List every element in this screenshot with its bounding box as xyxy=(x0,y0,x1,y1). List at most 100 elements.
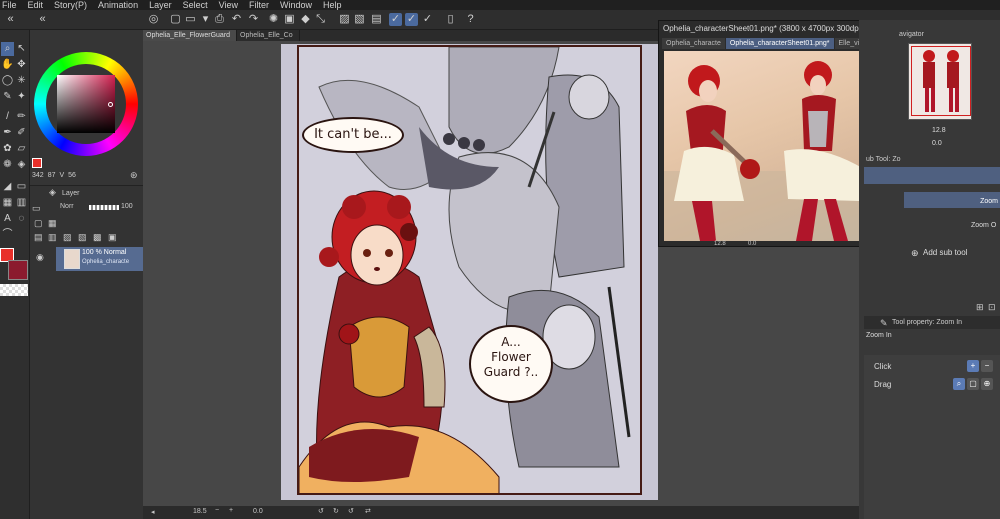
add-sub-tool-button[interactable]: Add sub tool xyxy=(923,248,967,257)
smartphone-icon[interactable]: ▯ xyxy=(444,13,457,26)
pencil-tool-icon[interactable]: ✏ xyxy=(15,110,28,124)
layer-property-icon[interactable]: ▭ xyxy=(32,203,41,214)
drag-area-zoom-icon[interactable]: ▢ xyxy=(967,378,979,390)
save-icon[interactable]: ▾ xyxy=(199,13,212,26)
airbrush-tool-icon[interactable]: ✐ xyxy=(15,126,28,140)
decoration-tool-icon[interactable]: ✿ xyxy=(1,142,14,156)
menu-file[interactable]: File xyxy=(0,0,26,10)
zoom-out-click-icon[interactable]: − xyxy=(981,360,993,372)
sub-tool-zoom-in[interactable]: Zoom xyxy=(904,192,1000,208)
sub-zoom-value[interactable]: 12.8 xyxy=(714,241,726,247)
menu-story[interactable]: Story(P) xyxy=(52,0,96,10)
redo-icon[interactable]: ↷ xyxy=(247,13,260,26)
balloon-tool-icon[interactable]: ◌ xyxy=(15,212,28,226)
zoom-tool-icon[interactable]: ⌕ xyxy=(1,42,14,56)
menu-animation[interactable]: Animation xyxy=(96,0,147,10)
collapse-icon[interactable]: « xyxy=(4,13,17,26)
ruler-layer-icon[interactable]: ▧ xyxy=(78,232,87,243)
sub-angle-value[interactable]: 0.0 xyxy=(748,241,756,247)
visibility-eye-icon[interactable]: ◉ xyxy=(36,252,44,263)
gradient-tool-icon[interactable]: ◢ xyxy=(1,180,14,194)
menu-filter[interactable]: Filter xyxy=(247,0,278,10)
flip-icon[interactable]: ⇄ xyxy=(365,507,371,515)
sub-color-swatch[interactable] xyxy=(8,260,28,280)
fill-tool-icon[interactable]: ◈ xyxy=(15,158,28,172)
blend-tool-icon[interactable]: ❁ xyxy=(1,158,14,172)
eyedropper-tool-icon[interactable]: ✎ xyxy=(1,90,14,104)
sub-tool-selected-group[interactable] xyxy=(864,167,1000,184)
panel-main-color[interactable] xyxy=(32,158,42,168)
zoom-in-button[interactable]: + xyxy=(229,507,233,514)
lock-icon[interactable]: ▢ xyxy=(34,218,43,229)
zoom-out-button[interactable]: − xyxy=(215,507,219,514)
comic-panel[interactable]: It can't be... A... Flower Guard ?.. xyxy=(297,45,642,495)
panel-menu-icon[interactable]: ⊞ xyxy=(976,302,984,313)
sub-tab-2[interactable]: Ophelia_characterSheet01.png* xyxy=(725,38,834,49)
operation-tool-icon[interactable]: ↖ xyxy=(15,42,28,56)
ruler-tool-icon[interactable]: ▥ xyxy=(15,196,28,210)
expand-icon[interactable]: « xyxy=(36,13,49,26)
navigator-view-frame[interactable] xyxy=(911,46,971,116)
tab-flowerguard[interactable]: Ophelia_Elle_FlowerGuard xyxy=(143,30,238,41)
color-picker-cursor[interactable] xyxy=(108,102,113,107)
snap-ruler-icon[interactable]: ✓ xyxy=(389,13,402,26)
zoom-in-click-icon[interactable]: + xyxy=(967,360,979,372)
scroll-left-icon[interactable]: ◂ xyxy=(151,508,155,516)
blend-mode-select[interactable]: Norr xyxy=(60,203,74,210)
help-icon[interactable]: ? xyxy=(464,13,477,26)
move-tool-icon[interactable]: ✥ xyxy=(15,58,28,72)
brush-tool-icon[interactable]: ✒ xyxy=(1,126,14,140)
select-tool-icon[interactable]: ✳ xyxy=(15,74,28,88)
drag-zoom-icon[interactable]: ⌕ xyxy=(953,378,965,390)
new-layer-icon[interactable]: ▤ xyxy=(34,232,43,243)
drag-pan-zoom-icon[interactable]: ⊕ xyxy=(981,378,993,390)
grid-icon[interactable]: ▤ xyxy=(370,13,383,26)
menu-help[interactable]: Help xyxy=(321,0,351,10)
clear-selection-icon[interactable]: ▣ xyxy=(283,13,296,26)
rotate-right-icon[interactable]: ↻ xyxy=(333,507,339,515)
transform-icon[interactable]: ⤡ xyxy=(314,13,327,26)
lasso-tool-icon[interactable]: ◯ xyxy=(1,74,14,88)
opacity-value[interactable]: 100 xyxy=(121,203,133,210)
export-icon[interactable]: ⎙ xyxy=(213,13,226,26)
delete-layer-icon[interactable]: ▣ xyxy=(108,232,117,243)
text-tool-icon[interactable]: A xyxy=(1,212,14,226)
hand-tool-icon[interactable]: ✋ xyxy=(1,58,14,72)
saturation-value-square[interactable] xyxy=(57,75,115,133)
correct-line-tool-icon[interactable]: ⌒ xyxy=(1,228,14,242)
ruler-disabled-icon[interactable]: ▨ xyxy=(338,13,351,26)
fill-icon[interactable]: ◆ xyxy=(299,13,312,26)
menu-select[interactable]: Select xyxy=(181,0,217,10)
panel-settings-icon[interactable]: ⊡ xyxy=(988,302,996,313)
menu-view[interactable]: View xyxy=(217,0,247,10)
menu-window[interactable]: Window xyxy=(278,0,321,10)
open-file-icon[interactable]: ▭ xyxy=(184,13,197,26)
color-settings-icon[interactable]: ⊛ xyxy=(130,170,138,181)
figure-tool-icon[interactable]: ▭ xyxy=(15,180,28,194)
reset-rotation-icon[interactable]: ↺ xyxy=(348,507,354,515)
angle-value[interactable]: 0.0 xyxy=(253,508,263,515)
snap-special-icon[interactable]: ✓ xyxy=(405,13,418,26)
auto-select-icon[interactable]: ✦ xyxy=(15,90,28,104)
menu-edit[interactable]: Edit xyxy=(26,0,53,10)
mask-icon[interactable]: ▨ xyxy=(63,232,72,243)
new-file-icon[interactable]: ▢ xyxy=(169,13,182,26)
transparent-color-swatch[interactable] xyxy=(0,284,28,296)
menu-layer[interactable]: Layer xyxy=(147,0,181,10)
opacity-slider[interactable] xyxy=(89,205,119,210)
clear-icon[interactable]: ✺ xyxy=(267,13,280,26)
clip-icon[interactable]: ▦ xyxy=(48,218,57,229)
clip-studio-icon[interactable]: ◎ xyxy=(147,13,160,26)
sub-tab-1[interactable]: Ophelia_characte xyxy=(662,38,725,49)
tab-elle-co[interactable]: Ophelia_Elle_Co xyxy=(237,30,300,41)
new-folder-icon[interactable]: ▥ xyxy=(48,232,57,243)
sub-tool-zoom-out[interactable]: Zoom O xyxy=(971,222,996,229)
frame-tool-icon[interactable]: ▦ xyxy=(1,196,14,210)
zoom-value[interactable]: 18.5 xyxy=(193,508,207,515)
undo-icon[interactable]: ↶ xyxy=(230,13,243,26)
pen-tool-icon[interactable]: / xyxy=(1,110,14,124)
merge-icon[interactable]: ▩ xyxy=(93,232,102,243)
eraser-tool-icon[interactable]: ▱ xyxy=(15,142,28,156)
nav-zoom-value[interactable]: 12.8 xyxy=(932,127,946,134)
rotate-left-icon[interactable]: ↺ xyxy=(318,507,324,515)
